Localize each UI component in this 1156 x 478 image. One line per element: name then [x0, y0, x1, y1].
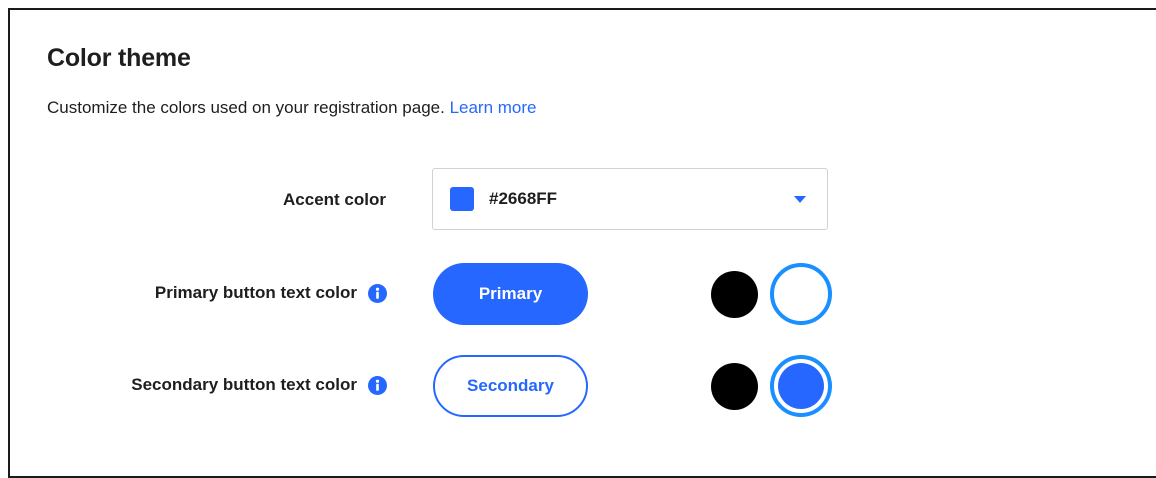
secondary-text-color-option-black[interactable]	[711, 363, 758, 410]
info-icon[interactable]	[368, 375, 387, 395]
primary-text-color-label: Primary button text color	[50, 278, 387, 308]
caret-down-icon	[794, 196, 806, 203]
learn-more-link[interactable]: Learn more	[450, 98, 537, 117]
accent-color-label: Accent color	[170, 185, 386, 215]
color-theme-panel: Color theme Customize the colors used on…	[8, 8, 1156, 478]
accent-color-dropdown[interactable]: #2668FF	[432, 168, 828, 230]
secondary-text-color-label: Secondary button text color	[50, 370, 387, 400]
secondary-text-color-option-blue[interactable]	[770, 355, 832, 417]
secondary-text-color-option-blue-fill	[778, 363, 824, 409]
primary-text-color-option-black[interactable]	[711, 271, 758, 318]
description-text: Customize the colors used on your regist…	[47, 98, 445, 117]
section-title: Color theme	[47, 44, 191, 72]
section-description: Customize the colors used on your regist…	[47, 98, 537, 118]
accent-color-value: #2668FF	[489, 189, 558, 208]
accent-color-label-text: Accent color	[283, 190, 386, 209]
secondary-button-preview[interactable]: Secondary	[433, 355, 588, 417]
primary-button-preview-label: Primary	[478, 284, 543, 303]
secondary-button-preview-label: Secondary	[467, 376, 554, 395]
primary-text-color-option-white[interactable]	[770, 263, 832, 325]
primary-button-preview[interactable]: Primary	[433, 263, 588, 325]
primary-text-color-option-white-fill	[778, 271, 824, 317]
info-icon[interactable]	[368, 283, 387, 303]
accent-color-swatch	[450, 187, 474, 211]
primary-text-color-label-text: Primary button text color	[154, 283, 357, 302]
secondary-text-color-label-text: Secondary button text color	[131, 375, 357, 394]
